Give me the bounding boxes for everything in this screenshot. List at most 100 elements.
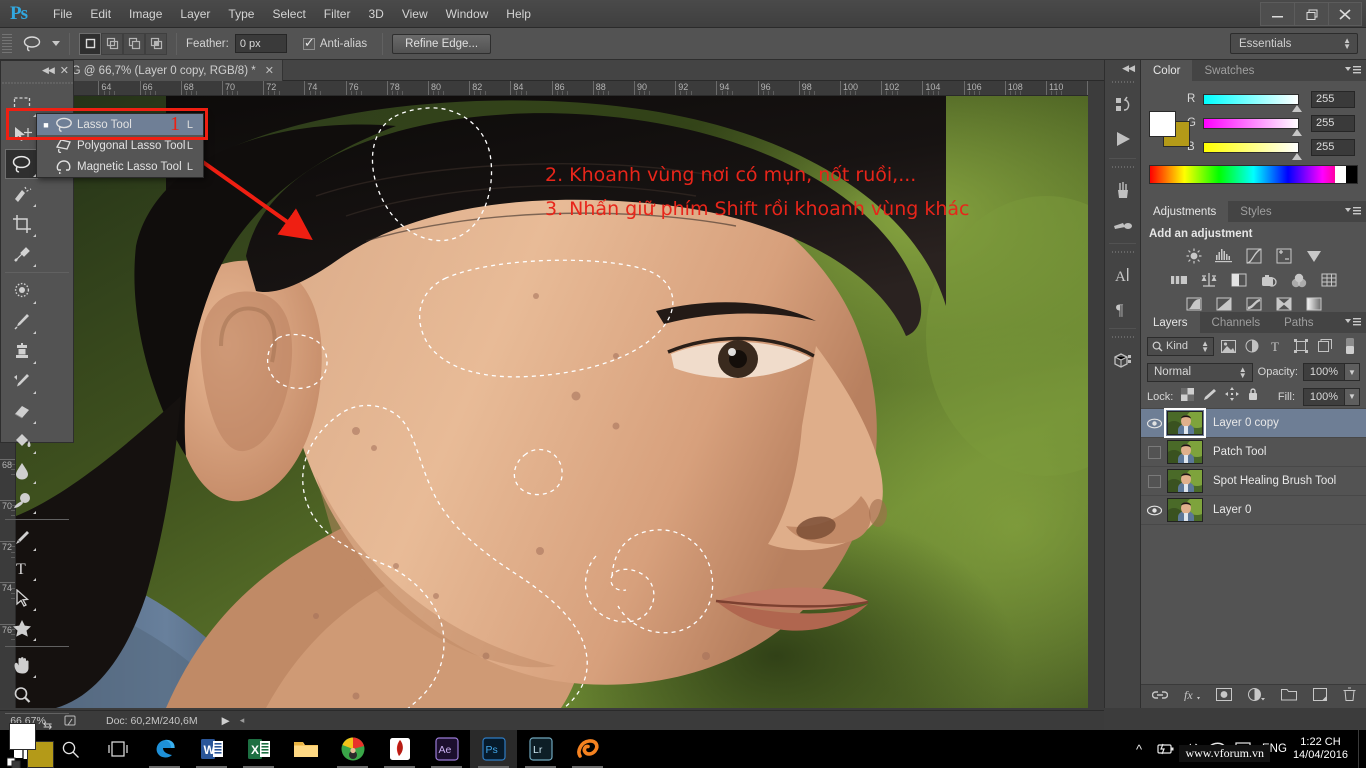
3d-icon[interactable] — [1105, 343, 1140, 377]
panel-menu-icon[interactable] — [1345, 206, 1361, 220]
edge-taskbar-icon[interactable] — [141, 730, 188, 768]
black-swatch[interactable] — [1346, 166, 1357, 183]
eraser-tool[interactable] — [5, 396, 38, 426]
flyout-item-magnetic-lasso-tool[interactable]: Magnetic Lasso Tool L — [37, 156, 203, 177]
lock-position-icon[interactable] — [1225, 387, 1240, 406]
tab-paths[interactable]: Paths — [1272, 312, 1325, 333]
menu-file[interactable]: File — [44, 3, 81, 25]
channel-mixer-icon[interactable] — [1289, 271, 1309, 289]
tab-adjustments[interactable]: Adjustments — [1141, 201, 1229, 222]
blend-mode-select[interactable]: Normal ▲ ▼ — [1147, 362, 1253, 382]
default-colors-icon[interactable] — [6, 755, 21, 768]
minimize-button[interactable] — [1260, 2, 1294, 26]
feather-input[interactable]: 0 px — [234, 34, 287, 53]
collapse-icon[interactable]: ◀◀ — [42, 65, 55, 76]
selective-color-icon[interactable] — [1274, 295, 1294, 313]
lock-image-pixels-icon[interactable] — [1202, 388, 1217, 406]
eyedropper-tool[interactable] — [5, 239, 38, 269]
levels-icon[interactable] — [1214, 247, 1234, 265]
photoshop-taskbar-icon[interactable]: Ps — [470, 730, 517, 768]
document-tab[interactable]: PG @ 66,7% (Layer 0 copy, RGB/8) * ✕ — [40, 60, 283, 81]
pdf-taskbar-icon[interactable] — [376, 730, 423, 768]
layer-thumbnail[interactable] — [1167, 440, 1203, 464]
horizontal-type-tool[interactable]: T — [5, 553, 38, 583]
layer-visibility-toggle[interactable] — [1141, 474, 1167, 488]
layer-row[interactable]: Patch Tool — [1141, 438, 1366, 467]
black-white-icon[interactable] — [1229, 271, 1249, 289]
paragraph-icon[interactable]: ¶ — [1105, 292, 1140, 326]
after-effects-taskbar-icon[interactable]: Ae — [423, 730, 470, 768]
history-brush-tool[interactable] — [5, 366, 38, 396]
status-resize-grip[interactable]: ◂ — [240, 715, 245, 726]
file-explorer-taskbar-icon[interactable] — [282, 730, 329, 768]
unikey-taskbar-icon[interactable] — [329, 730, 376, 768]
expand-panels-icon[interactable]: ◀◀ — [1122, 63, 1135, 74]
restore-button[interactable] — [1294, 2, 1328, 26]
history-icon[interactable] — [1105, 88, 1140, 122]
layer-row[interactable]: Layer 0 — [1141, 496, 1366, 525]
tools-panel-grip[interactable] — [1, 79, 73, 87]
add-to-selection-button[interactable] — [101, 32, 123, 55]
layer-visibility-eye-icon[interactable] — [1141, 418, 1167, 429]
tab-styles[interactable]: Styles — [1228, 201, 1283, 222]
swap-colors-icon[interactable]: ⇆ — [43, 719, 52, 732]
brightness-contrast-icon[interactable] — [1184, 247, 1204, 265]
image-canvas[interactable] — [16, 96, 1088, 708]
slider-thumb[interactable] — [1292, 104, 1302, 112]
panel-menu-icon[interactable] — [1345, 65, 1361, 79]
channel-value[interactable]: 255 — [1311, 114, 1355, 132]
curves-icon[interactable] — [1244, 247, 1264, 265]
new-layer-icon[interactable] — [1313, 687, 1327, 706]
crop-tool[interactable] — [5, 209, 38, 239]
brush-presets-icon[interactable] — [1105, 173, 1140, 207]
horizontal-ruler[interactable]: 6062646668707274767880828486889092949698… — [16, 81, 1088, 96]
menu-filter[interactable]: Filter — [315, 3, 360, 25]
channel-slider[interactable] — [1203, 141, 1302, 160]
add-layer-style-icon[interactable]: fx — [1184, 688, 1200, 706]
menu-help[interactable]: Help — [497, 3, 540, 25]
pen-tool[interactable] — [5, 523, 38, 553]
fill-chevron-down-icon[interactable]: ▼ — [1345, 387, 1360, 406]
lightroom-taskbar-icon[interactable]: Lr — [517, 730, 564, 768]
layer-row[interactable]: Spot Healing Brush Tool — [1141, 467, 1366, 496]
dodge-tool[interactable] — [5, 486, 38, 516]
tab-color[interactable]: Color — [1141, 60, 1193, 81]
new-adjustment-layer-icon[interactable] — [1248, 687, 1265, 706]
new-group-icon[interactable] — [1281, 688, 1297, 706]
vibrance-icon[interactable] — [1304, 247, 1324, 265]
threshold-icon[interactable] — [1244, 295, 1264, 313]
intersect-with-selection-button[interactable] — [145, 32, 167, 55]
tool-preset-chevron-down-icon[interactable] — [52, 41, 60, 46]
slider-thumb[interactable] — [1292, 128, 1302, 136]
tab-channels[interactable]: Channels — [1200, 312, 1273, 333]
hand-tool[interactable] — [5, 650, 38, 680]
menu-view[interactable]: View — [393, 3, 437, 25]
opacity-value[interactable]: 100% — [1303, 363, 1345, 381]
character-icon[interactable]: A — [1105, 258, 1140, 292]
close-button[interactable] — [1328, 2, 1362, 26]
blur-tool[interactable] — [5, 456, 38, 486]
lasso-tool[interactable] — [5, 149, 38, 179]
zoom-tool[interactable] — [5, 680, 38, 710]
menu-type[interactable]: Type — [219, 3, 263, 25]
channel-value[interactable]: 255 — [1311, 138, 1355, 156]
paint-bucket-tool[interactable] — [5, 426, 38, 456]
white-swatch[interactable] — [1335, 166, 1346, 183]
opacity-chevron-down-icon[interactable]: ▼ — [1345, 363, 1360, 381]
layer-row[interactable]: Layer 0 copy — [1141, 408, 1366, 438]
quick-selection-tool[interactable] — [5, 179, 38, 209]
orange-app-taskbar-icon[interactable] — [564, 730, 611, 768]
filter-type-icon[interactable]: T — [1267, 337, 1287, 356]
filter-smart-object-icon[interactable] — [1315, 337, 1335, 356]
lock-transparent-pixels-icon[interactable] — [1181, 387, 1195, 406]
color-balance-icon[interactable] — [1199, 271, 1219, 289]
show-desktop-button[interactable] — [1358, 730, 1366, 768]
brush-tool[interactable] — [5, 306, 38, 336]
foreground-color-swatch[interactable] — [9, 723, 36, 750]
excel-taskbar-icon[interactable]: X — [235, 730, 282, 768]
lasso-icon[interactable] — [18, 32, 48, 56]
panel-menu-icon[interactable] — [1345, 317, 1361, 331]
show-hidden-icons-chevron-up-icon[interactable]: ^ — [1126, 742, 1152, 757]
filter-pixel-icon[interactable] — [1218, 337, 1238, 356]
menu-image[interactable]: Image — [120, 3, 171, 25]
